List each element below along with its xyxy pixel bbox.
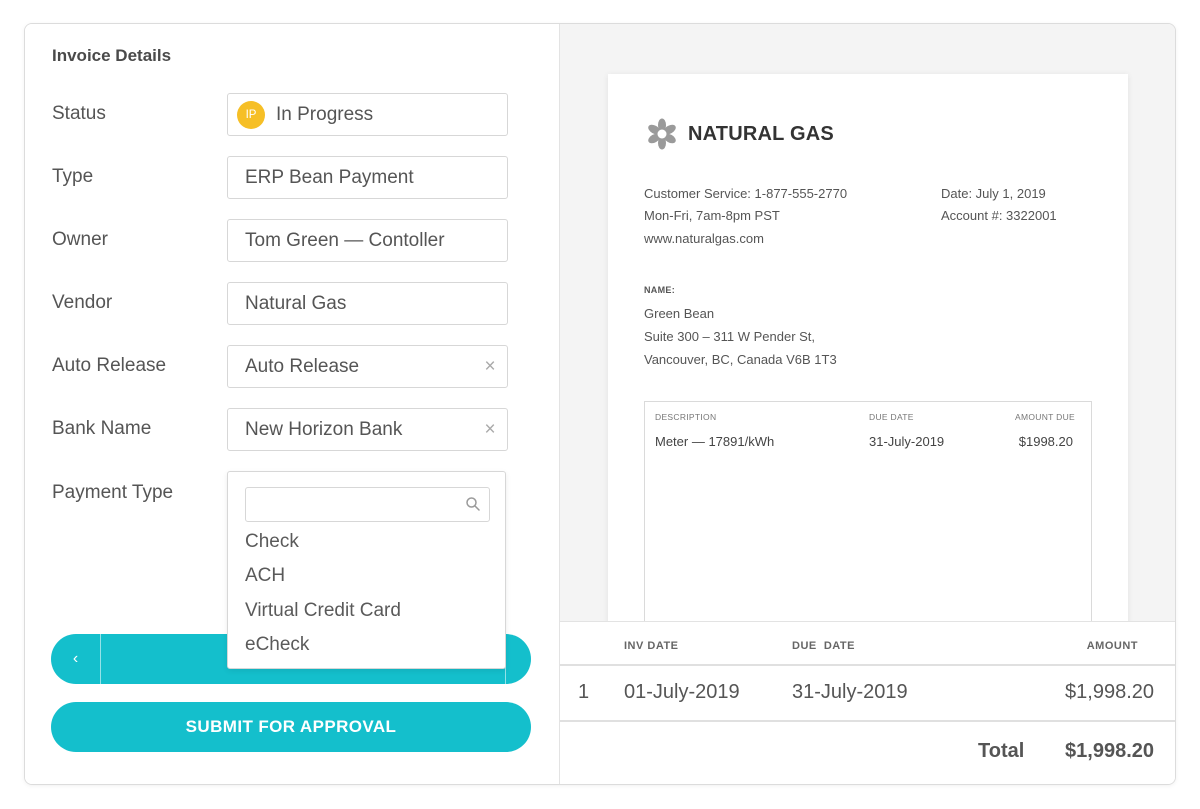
customer-service-line: Customer Service: 1-877-555-2770 (644, 186, 848, 201)
payment-option-ach[interactable]: ACH (245, 565, 285, 587)
vendor-website: www.naturalgas.com (644, 231, 764, 246)
summary-header-due-date: DUE DATE (792, 640, 855, 652)
vendor-label: Vendor (52, 292, 113, 313)
invoice-date: Date: July 1, 2019 (941, 186, 1046, 201)
owner-field[interactable]: Tom Green — Contoller (227, 219, 508, 262)
invoice-preview-panel: NATURAL GAS Customer Service: 1-877-555-… (559, 24, 1175, 784)
column-header-due-date: DUE DATE (869, 412, 914, 422)
clear-auto-release-icon[interactable]: × (473, 356, 507, 378)
type-value: ERP Bean Payment (245, 166, 414, 188)
form-title: Invoice Details (52, 46, 172, 65)
invoice-window: Invoice Details Status IP In Progress Ty… (24, 23, 1176, 785)
summary-header-amount: AMOUNT (1086, 640, 1138, 652)
line-item-amount-due: $1998.20 (1018, 434, 1073, 449)
status-value: In Progress (276, 103, 374, 125)
status-badge: IP (237, 100, 265, 129)
vendor-value: Natural Gas (245, 292, 347, 314)
column-header-amount-due: AMOUNT DUE (1015, 412, 1075, 422)
total-value: $1,998.20 (1065, 740, 1154, 762)
summary-row-index: 1 (578, 681, 590, 703)
status-field[interactable]: IP In Progress (227, 93, 508, 136)
bank-name-label: Bank Name (52, 418, 152, 439)
previous-button[interactable]: ‹ (51, 634, 101, 684)
type-label: Type (52, 166, 94, 187)
line-item-due-date: 31-July-2019 (869, 434, 945, 449)
chevron-left-icon: ‹ (72, 650, 79, 667)
vendor-field[interactable]: Natural Gas (227, 282, 508, 325)
auto-release-label: Auto Release (52, 355, 167, 376)
customer-name: Green Bean (644, 306, 715, 321)
customer-address-line2: Vancouver, BC, Canada V6B 1T3 (644, 352, 837, 367)
invoice-details-panel: Invoice Details Status IP In Progress Ty… (25, 24, 559, 784)
line-items-table: DESCRIPTION DUE DATE AMOUNT DUE Meter — … (644, 401, 1092, 641)
payment-option-virtual-credit-card[interactable]: Virtual Credit Card (245, 600, 401, 622)
gear-flower-icon (648, 118, 676, 150)
invoice-document: NATURAL GAS Customer Service: 1-877-555-… (608, 74, 1128, 641)
payment-type-dropdown: Check ACH Virtual Credit Card eCheck (227, 471, 506, 669)
summary-divider (560, 664, 1175, 666)
payment-option-echeck[interactable]: eCheck (245, 634, 309, 656)
service-hours: Mon-Fri, 7am-8pm PST (644, 208, 780, 223)
account-number: Account #: 3322001 (941, 208, 1057, 223)
vendor-brand-name: NATURAL GAS (688, 122, 834, 145)
summary-row-amount: $1,998.20 (1065, 681, 1154, 703)
vendor-brand: NATURAL GAS (646, 118, 834, 150)
summary-total-divider (560, 720, 1175, 722)
column-header-description: DESCRIPTION (655, 412, 717, 422)
owner-label: Owner (52, 229, 108, 250)
submit-for-approval-button[interactable]: SUBMIT FOR APPROVAL (51, 702, 531, 752)
search-icon (466, 497, 480, 511)
summary-row-due-date: 31-July-2019 (792, 681, 908, 703)
name-heading: NAME: (644, 285, 675, 295)
line-item-description: Meter — 17891/kWh (655, 434, 775, 449)
auto-release-value: Auto Release (245, 355, 360, 377)
payment-type-search-input[interactable] (245, 487, 490, 522)
owner-value: Tom Green — Contoller (245, 229, 445, 251)
customer-address-line1: Suite 300 – 311 W Pender St, (644, 329, 816, 344)
payment-type-label: Payment Type (52, 482, 174, 503)
status-label: Status (52, 103, 106, 124)
summary-header-inv-date: INV DATE (624, 640, 679, 652)
clear-bank-name-icon[interactable]: × (473, 419, 507, 441)
bank-name-field[interactable]: New Horizon Bank × (227, 408, 508, 451)
auto-release-field[interactable]: Auto Release × (227, 345, 508, 388)
type-field[interactable]: ERP Bean Payment (227, 156, 508, 199)
payment-option-check[interactable]: Check (245, 531, 299, 553)
total-label: Total (978, 740, 1025, 762)
bank-name-value: New Horizon Bank (245, 418, 403, 440)
summary-row-inv-date: 01-July-2019 (624, 681, 740, 703)
invoice-summary-table: INV DATE DUE DATE AMOUNT 1 01-July-2019 … (560, 621, 1175, 784)
